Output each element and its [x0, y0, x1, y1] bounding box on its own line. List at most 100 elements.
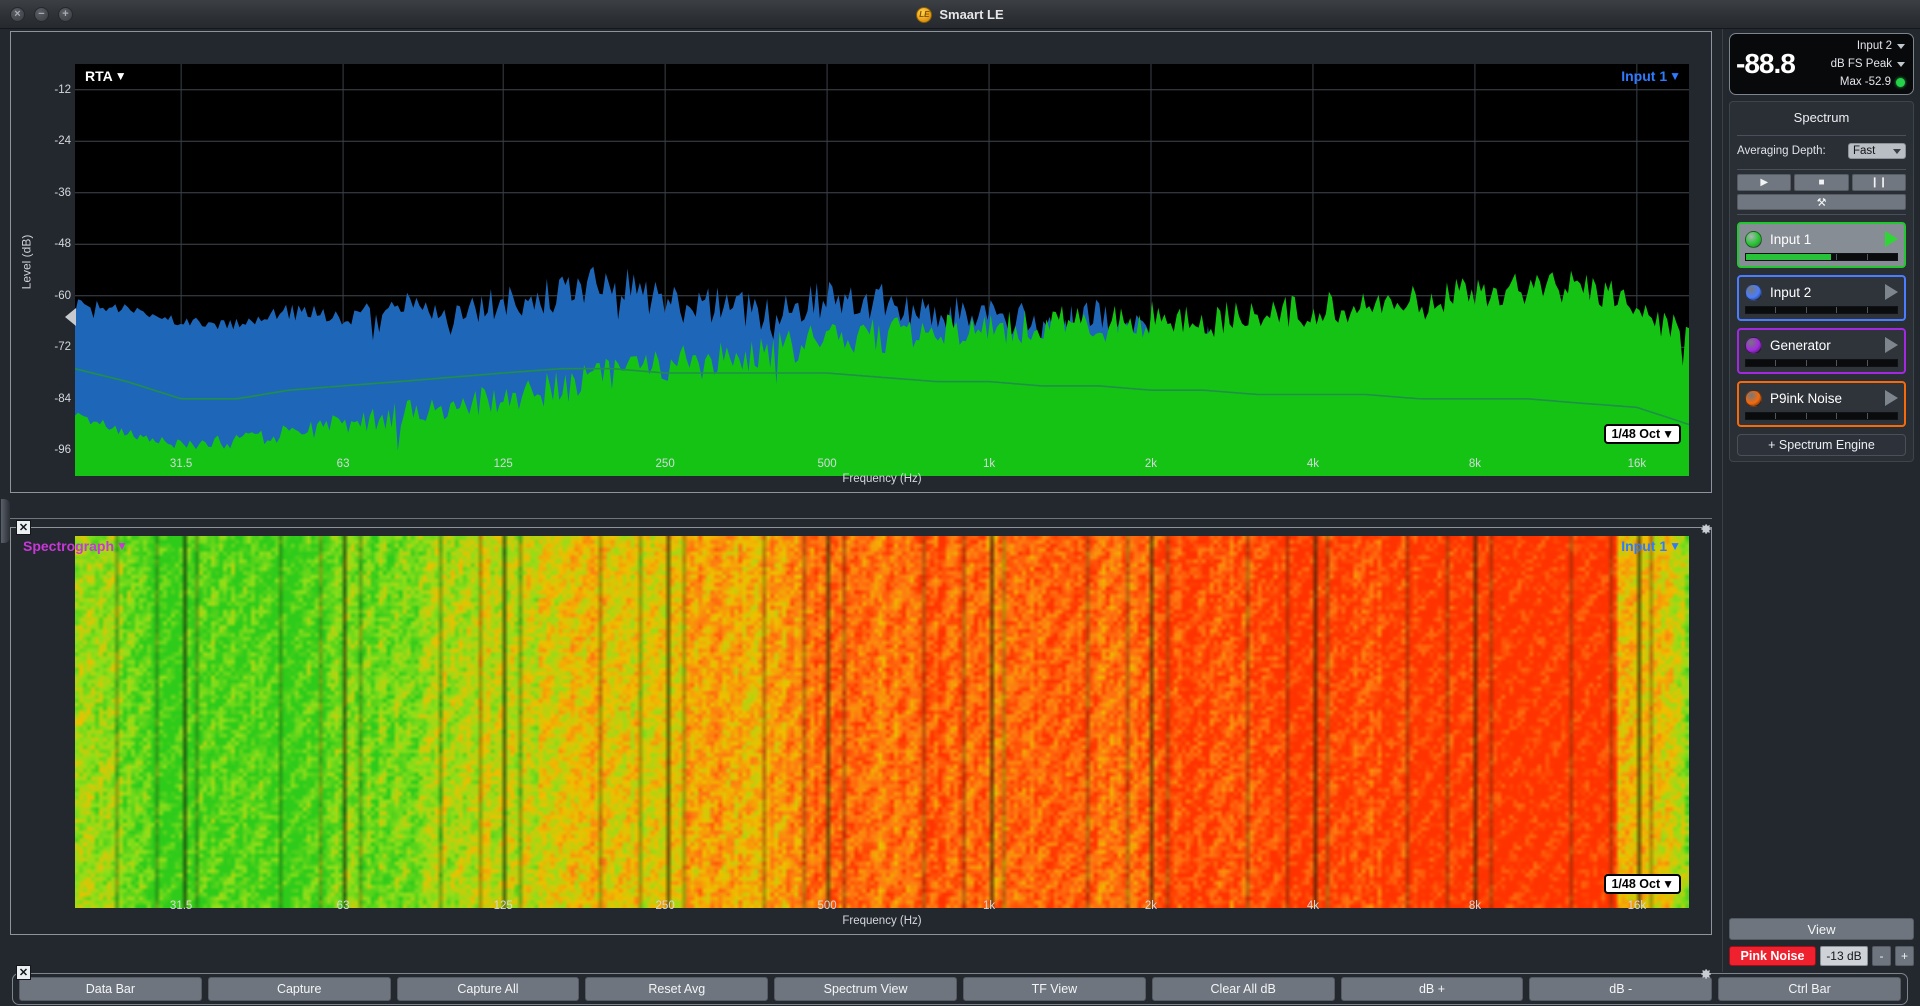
- engine-row: Input 2: [1745, 281, 1898, 303]
- engine-item-generator[interactable]: Generator: [1737, 328, 1906, 374]
- minimize-icon[interactable]: −: [34, 6, 49, 22]
- meter-segment: [1868, 413, 1897, 419]
- engine-play-icon[interactable]: [1885, 284, 1898, 300]
- meter-segment: [1807, 307, 1838, 313]
- meter-segment: [1837, 413, 1868, 419]
- chevron-down-icon: ▼: [1662, 877, 1674, 891]
- spectrum-panel: Spectrum Averaging Depth: Fast ▶ ■ ❙❙ ⚒: [1729, 101, 1914, 462]
- chevron-down-icon: ▼: [116, 539, 128, 553]
- rta-source-selector[interactable]: Input 1 ▼: [1621, 68, 1681, 84]
- engine-item-input-1[interactable]: Input 1: [1737, 222, 1906, 268]
- engine-play-icon[interactable]: [1885, 231, 1898, 247]
- engine-name-label: P9ink Noise: [1770, 390, 1843, 406]
- window-controls: × − +: [10, 6, 73, 22]
- stop-button[interactable]: ■: [1794, 174, 1849, 191]
- x-axis-tick: 1k: [982, 458, 996, 470]
- sidebar-bottom: View Pink Noise -13 dB - +: [1729, 918, 1914, 966]
- engine-item-p9ink-noise[interactable]: P9ink Noise: [1737, 381, 1906, 427]
- toolbar-button-capture[interactable]: Capture: [207, 977, 391, 1001]
- engine-row: P9ink Noise: [1745, 387, 1898, 409]
- spectrograph-mode-label: Spectrograph: [23, 538, 115, 554]
- meter-segment: [1807, 413, 1838, 419]
- rta-close-button[interactable]: ✕: [16, 520, 31, 535]
- x-axis-tick: 8k: [1468, 900, 1481, 912]
- y-axis-tick: -72: [54, 341, 71, 354]
- tools-button[interactable]: ⚒: [1737, 194, 1906, 210]
- rta-source-label: Input 1: [1621, 68, 1668, 84]
- rta-settings-gear-icon[interactable]: [1697, 521, 1713, 537]
- add-spectrum-engine-button[interactable]: + Spectrum Engine: [1737, 434, 1906, 456]
- toolbar-button-spectrum-view[interactable]: Spectrum View: [774, 977, 957, 1001]
- meter-segment: [1868, 307, 1897, 313]
- engine-list: Input 1 Input 2 Generator P9ink Noise: [1737, 222, 1906, 427]
- toolbar-button-group: Data Bar Capture Capture All Reset Avg Spect…: [12, 973, 1908, 1005]
- engine-play-icon[interactable]: [1885, 337, 1898, 353]
- level-meter-details: Input 2 dB FS Peak Max -52.9: [1831, 37, 1905, 91]
- rta-mode-selector[interactable]: RTA ▼: [85, 68, 127, 84]
- rta-resolution-selector[interactable]: 1/48 Oct ▼: [1604, 424, 1681, 444]
- left-panel-resize-handle[interactable]: [1, 499, 10, 543]
- workspace: Level (dB) -12 -24 -36 -48 -60 -72 -84 -96 RTA …: [0, 29, 1920, 980]
- toolbar-button-tf-view[interactable]: TF View: [962, 977, 1146, 1001]
- x-axis-tick: 250: [655, 900, 675, 912]
- generator-level-increment-button[interactable]: +: [1895, 946, 1914, 966]
- play-button[interactable]: ▶: [1737, 174, 1792, 191]
- generator-level-field[interactable]: -13 dB: [1820, 946, 1868, 966]
- engine-name-label: Input 2: [1770, 284, 1812, 300]
- chevron-down-icon: ▼: [114, 69, 127, 83]
- x-axis-tick: 63: [336, 458, 350, 470]
- status-led-icon: [1896, 77, 1905, 87]
- toolbar-button-capture-all[interactable]: Capture All: [396, 977, 580, 1001]
- x-axis-tick: 16k: [1627, 900, 1647, 912]
- chevron-down-icon: [1897, 43, 1905, 49]
- toolbar-button-db[interactable]: dB -: [1529, 977, 1713, 1001]
- rta-level-handle[interactable]: [65, 308, 76, 326]
- spectrograph-settings-gear-icon[interactable]: [1697, 966, 1713, 982]
- meter-input-selector[interactable]: Input 2: [1831, 37, 1905, 55]
- meter-segment: [1776, 413, 1807, 419]
- bottom-toolbar: Data Bar Capture Capture All Reset Avg Spect…: [0, 972, 1920, 1006]
- engine-level-meter: [1745, 359, 1898, 367]
- engine-color-dot-icon: [1745, 230, 1762, 248]
- averaging-depth-select[interactable]: Fast: [1848, 143, 1906, 159]
- pink-noise-button[interactable]: Pink Noise: [1729, 946, 1816, 966]
- spectrograph-mode-selector[interactable]: Spectrograph ▼: [23, 538, 128, 554]
- meter-segment: [1746, 413, 1777, 419]
- toolbar-button-reset-avg[interactable]: Reset Avg: [585, 977, 769, 1001]
- spectrograph-resolution-selector[interactable]: 1/48 Oct ▼: [1604, 874, 1681, 894]
- toolbar-button-data-bar[interactable]: Data Bar: [19, 977, 202, 1001]
- y-axis-tick: -36: [54, 186, 71, 199]
- spectrum-panel-title: Spectrum: [1793, 110, 1850, 125]
- close-icon[interactable]: ×: [10, 6, 25, 22]
- engine-level-meter: [1745, 306, 1898, 314]
- toolbar-button-ctrl-bar[interactable]: Ctrl Bar: [1718, 977, 1901, 1001]
- meter-segment: [1837, 307, 1868, 313]
- rta-graph-canvas[interactable]: [75, 64, 1689, 476]
- engine-play-icon[interactable]: [1885, 390, 1898, 406]
- divider: [1737, 135, 1906, 136]
- y-axis-tick: -84: [54, 392, 71, 405]
- toolbar-button-clear-all-db[interactable]: Clear All dB: [1151, 977, 1335, 1001]
- x-axis-tick: 8k: [1468, 458, 1481, 470]
- meter-unit-selector[interactable]: dB FS Peak: [1831, 55, 1905, 73]
- engine-color-dot-icon: [1745, 389, 1762, 407]
- meter-segment: [1837, 254, 1868, 260]
- engine-item-input-2[interactable]: Input 2: [1737, 275, 1906, 321]
- toolbar-button-db[interactable]: dB +: [1340, 977, 1524, 1001]
- x-axis-tick: 31.5: [169, 458, 193, 470]
- spectrograph-close-button[interactable]: ✕: [16, 965, 31, 980]
- pause-button[interactable]: ❙❙: [1851, 174, 1906, 191]
- spectrograph-canvas[interactable]: [75, 536, 1689, 908]
- rta-plot-frame[interactable]: Level (dB) -12 -24 -36 -48 -60 -72 -84 -96 RTA …: [10, 31, 1712, 493]
- x-axis-tick: 500: [817, 458, 837, 470]
- maximize-icon[interactable]: +: [58, 6, 73, 22]
- spectrograph-source-selector[interactable]: Input 1 ▼: [1621, 538, 1681, 554]
- plot-divider[interactable]: [10, 518, 1712, 519]
- averaging-depth-value: Fast: [1853, 145, 1876, 157]
- engine-name-label: Generator: [1770, 337, 1831, 353]
- averaging-depth-row: Averaging Depth: Fast: [1737, 140, 1906, 165]
- smaart-logo-icon: LE: [916, 6, 933, 23]
- view-button[interactable]: View: [1729, 918, 1914, 940]
- generator-level-decrement-button[interactable]: -: [1872, 946, 1891, 966]
- spectrograph-plot-frame[interactable]: Spectrograph ▼ Input 1 ▼ 1/48 Oct ▼ Freq…: [10, 527, 1712, 935]
